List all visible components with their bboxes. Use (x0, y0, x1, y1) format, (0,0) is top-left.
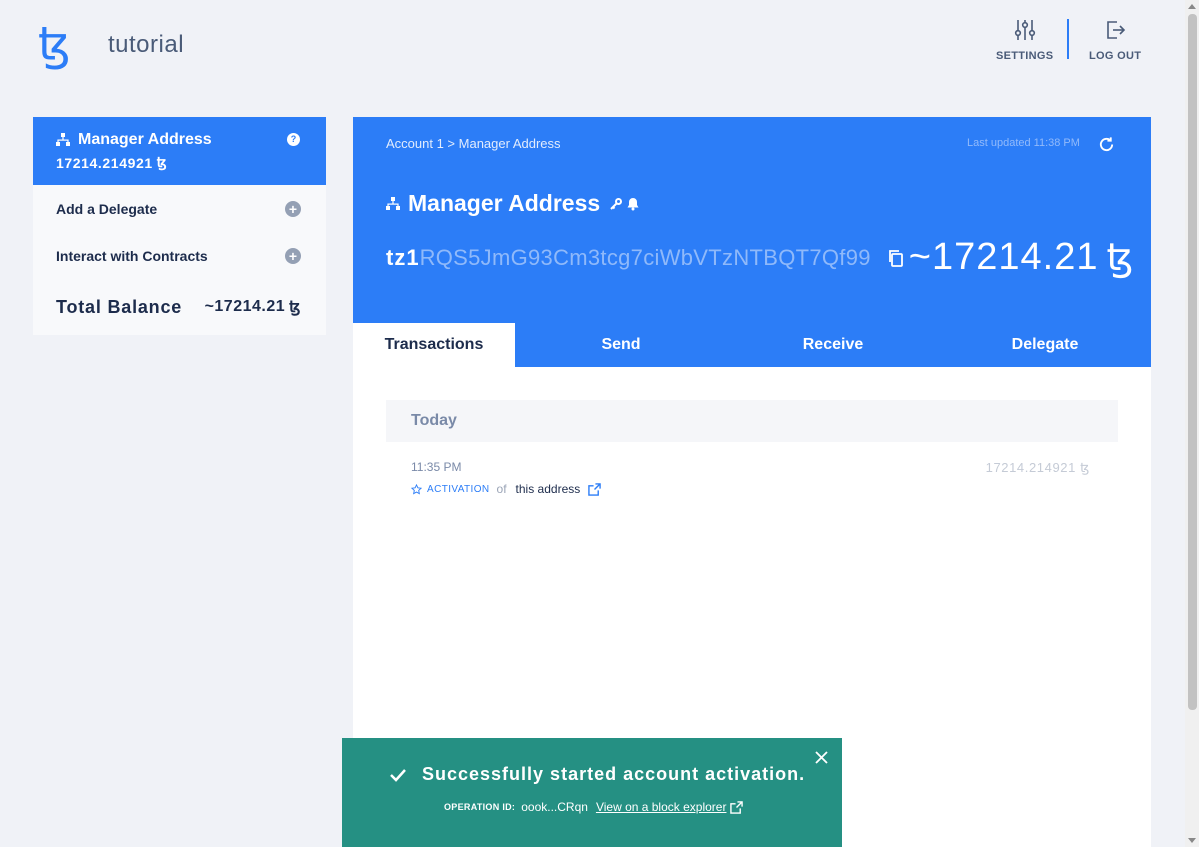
transactions-list: Today 11:35 PM 17214.214921 ꜩ ACTIVATION… (386, 400, 1118, 502)
address-value: RQS5JmG93Cm3tcg7ciWbVTzNTBQT7Qf99 (419, 244, 871, 270)
help-icon[interactable]: ? (287, 133, 300, 146)
plus-circle-icon: + (285, 247, 301, 264)
external-link-icon[interactable] (730, 800, 744, 814)
tx-of: of (496, 482, 507, 496)
tab-send[interactable]: Send (515, 323, 727, 367)
breadcrumb[interactable]: Account 1 > Manager Address (386, 136, 561, 151)
tx-amount: 17214.214921 ꜩ (985, 460, 1090, 475)
last-updated: Last updated 11:38 PM (967, 137, 1080, 149)
sidebar-account-balance: 17214.214921 (56, 154, 153, 171)
scroll-up-icon[interactable] (1188, 4, 1196, 9)
topbar-divider (1067, 19, 1069, 59)
scroll-thumb[interactable] (1188, 14, 1197, 710)
tezos-logo-icon: ꜩ (38, 17, 71, 71)
sidebar-account-title: Manager Address (78, 131, 212, 148)
key-icon (610, 197, 623, 210)
logout-label: LOG OUT (1089, 50, 1142, 62)
check-icon (390, 768, 406, 782)
sidebar-item-interact-contracts[interactable]: Interact with Contracts + (33, 232, 326, 279)
refresh-icon[interactable] (1098, 136, 1115, 153)
address-prefix: tz1 (386, 244, 420, 270)
tab-bar: Transactions Send Receive Delegate (353, 323, 1151, 367)
close-icon[interactable] (815, 751, 828, 764)
scroll-down-icon[interactable] (1188, 838, 1196, 843)
sidebar-item-label: Interact with Contracts (56, 247, 208, 264)
total-balance-row: Total Balance ~17214.21 ꜩ (33, 279, 326, 335)
tx-type: ACTIVATION (427, 483, 490, 495)
external-link-icon[interactable] (588, 482, 602, 496)
sidebar-item-add-delegate[interactable]: Add a Delegate + (33, 185, 326, 232)
bell-icon (627, 197, 639, 210)
success-toast: Successfully started account activation.… (342, 738, 842, 847)
block-explorer-link[interactable]: View on a block explorer (596, 800, 727, 814)
operation-id: oook...CRqn (521, 800, 588, 814)
logout-icon (1107, 21, 1126, 39)
settings-label: SETTINGS (996, 50, 1054, 62)
address-header: Account 1 > Manager Address Last updated… (353, 117, 1151, 367)
sliders-icon (1014, 20, 1035, 40)
network-icon (386, 196, 400, 210)
operation-id-label: OPERATION ID: (444, 802, 516, 812)
list-item: 11:35 PM 17214.214921 ꜩ ACTIVATION of th… (386, 442, 1118, 502)
day-header: Today (386, 400, 1118, 442)
tx-time: 11:35 PM (411, 460, 462, 474)
copy-icon[interactable] (887, 249, 905, 267)
tez-icon: ꜩ (1106, 237, 1135, 279)
tez-icon: ꜩ (289, 299, 301, 316)
page-title: Manager Address (408, 190, 601, 216)
tab-transactions[interactable]: Transactions (353, 323, 515, 367)
tab-delegate[interactable]: Delegate (939, 323, 1151, 367)
network-icon (56, 133, 70, 146)
settings-button[interactable]: SETTINGS (996, 18, 1053, 62)
app-name: tutorial (108, 31, 185, 58)
sidebar-item-label: Add a Delegate (56, 200, 158, 217)
tx-target: this address (515, 482, 581, 496)
sidebar-account-card[interactable]: Manager Address 17214.214921 ꜩ ? (33, 117, 326, 185)
total-balance-value: ~17214.21 (204, 298, 286, 315)
toast-message: Successfully started account activation. (422, 764, 806, 784)
scrollbar[interactable] (1185, 0, 1199, 847)
address-balance: ~17214.21 (908, 236, 1099, 278)
logout-button[interactable]: LOG OUT (1089, 18, 1141, 62)
tez-icon: ꜩ (156, 154, 168, 170)
sidebar: Manager Address 17214.214921 ꜩ ? Add a D… (33, 117, 326, 335)
star-icon (411, 483, 422, 495)
plus-circle-icon: + (285, 200, 301, 217)
total-balance-label: Total Balance (56, 296, 183, 317)
tab-receive[interactable]: Receive (727, 323, 939, 367)
